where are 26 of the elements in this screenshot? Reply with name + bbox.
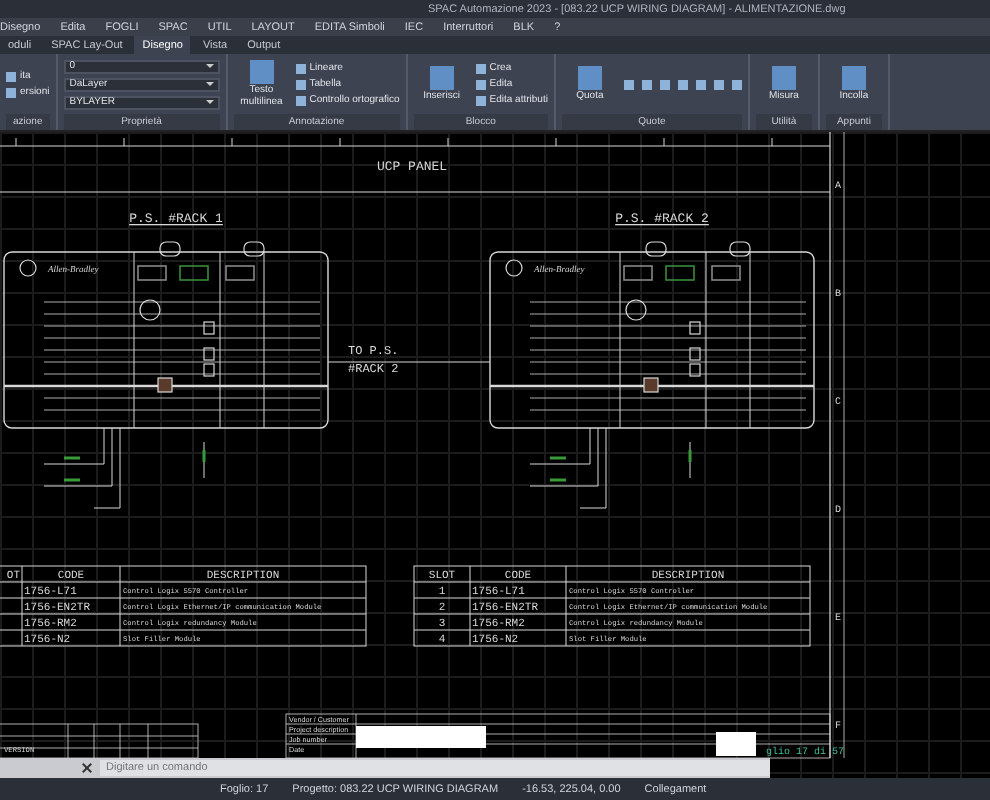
square-icon (429, 65, 454, 90)
square-icon (249, 60, 274, 84)
caret-icon (205, 100, 214, 104)
square-icon[interactable] (641, 79, 652, 89)
square-icon[interactable] (713, 79, 724, 89)
square-icon[interactable] (659, 79, 670, 89)
square-icon (295, 95, 306, 105)
square-icon (475, 79, 486, 89)
square-icon (475, 63, 486, 73)
square-icon[interactable] (623, 79, 634, 89)
square-icon (6, 87, 16, 97)
close-icon[interactable] (80, 762, 92, 774)
square-icon (295, 79, 306, 89)
square-icon (295, 63, 306, 73)
caret-icon (205, 64, 214, 68)
square-icon (771, 65, 796, 90)
square-icon[interactable] (677, 79, 688, 89)
square-icon (577, 65, 602, 90)
square-icon (841, 65, 866, 90)
square-icon (6, 71, 16, 81)
square-icon[interactable] (695, 79, 706, 89)
square-icon (475, 95, 486, 105)
blank-block (356, 726, 486, 748)
blank-block (716, 732, 756, 756)
caret-icon (205, 82, 214, 86)
square-icon[interactable] (731, 79, 742, 89)
